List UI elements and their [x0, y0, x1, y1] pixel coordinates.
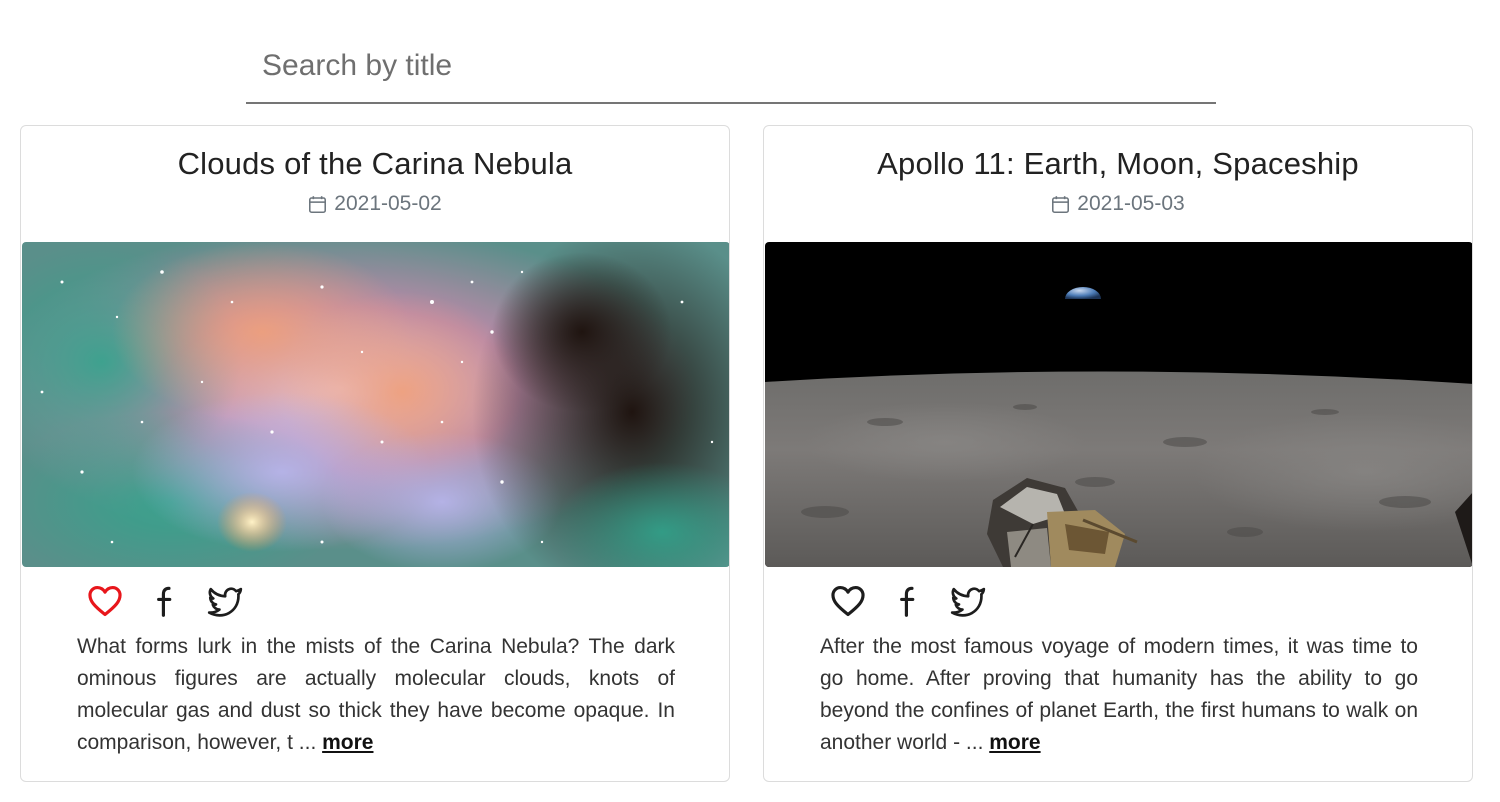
heart-icon	[831, 585, 865, 617]
date-text: 2021-05-02	[334, 192, 442, 215]
description-text: After the most famous voyage of modern t…	[820, 635, 1418, 754]
search-input[interactable]	[246, 30, 1216, 102]
card-image[interactable]	[765, 242, 1472, 567]
share-twitter-button[interactable]	[948, 581, 988, 621]
card-title: Apollo 11: Earth, Moon, Spaceship	[877, 146, 1359, 181]
card-date: 2021-05-02	[21, 192, 729, 216]
apod-card: Apollo 11: Earth, Moon, Spaceship 2021-0…	[763, 125, 1473, 782]
apod-card: Clouds of the Carina Nebula 2021-05-02 W…	[20, 125, 730, 782]
calendar-icon	[309, 195, 327, 213]
facebook-icon	[900, 586, 915, 617]
share-twitter-button[interactable]	[205, 581, 245, 621]
calendar-icon	[1052, 195, 1070, 213]
card-actions	[85, 581, 245, 621]
twitter-icon	[950, 587, 986, 617]
card-description: What forms lurk in the mists of the Cari…	[77, 631, 675, 759]
date-text: 2021-05-03	[1077, 192, 1185, 215]
more-link[interactable]: more	[989, 731, 1040, 754]
more-link[interactable]: more	[322, 731, 373, 754]
card-actions	[828, 581, 988, 621]
card-title: Clouds of the Carina Nebula	[177, 146, 573, 181]
facebook-icon	[157, 586, 172, 617]
card-description: After the most famous voyage of modern t…	[820, 631, 1418, 759]
card-date: 2021-05-03	[764, 192, 1472, 216]
moon-earth-image	[765, 242, 1472, 567]
card-image[interactable]	[22, 242, 729, 567]
heart-icon	[88, 585, 122, 617]
like-button[interactable]	[828, 581, 868, 621]
search-bar	[246, 30, 1216, 104]
share-facebook-button[interactable]	[145, 581, 185, 621]
description-text: What forms lurk in the mists of the Cari…	[77, 635, 675, 754]
like-button[interactable]	[85, 581, 125, 621]
share-facebook-button[interactable]	[888, 581, 928, 621]
nebula-image	[22, 242, 729, 567]
twitter-icon	[207, 587, 243, 617]
